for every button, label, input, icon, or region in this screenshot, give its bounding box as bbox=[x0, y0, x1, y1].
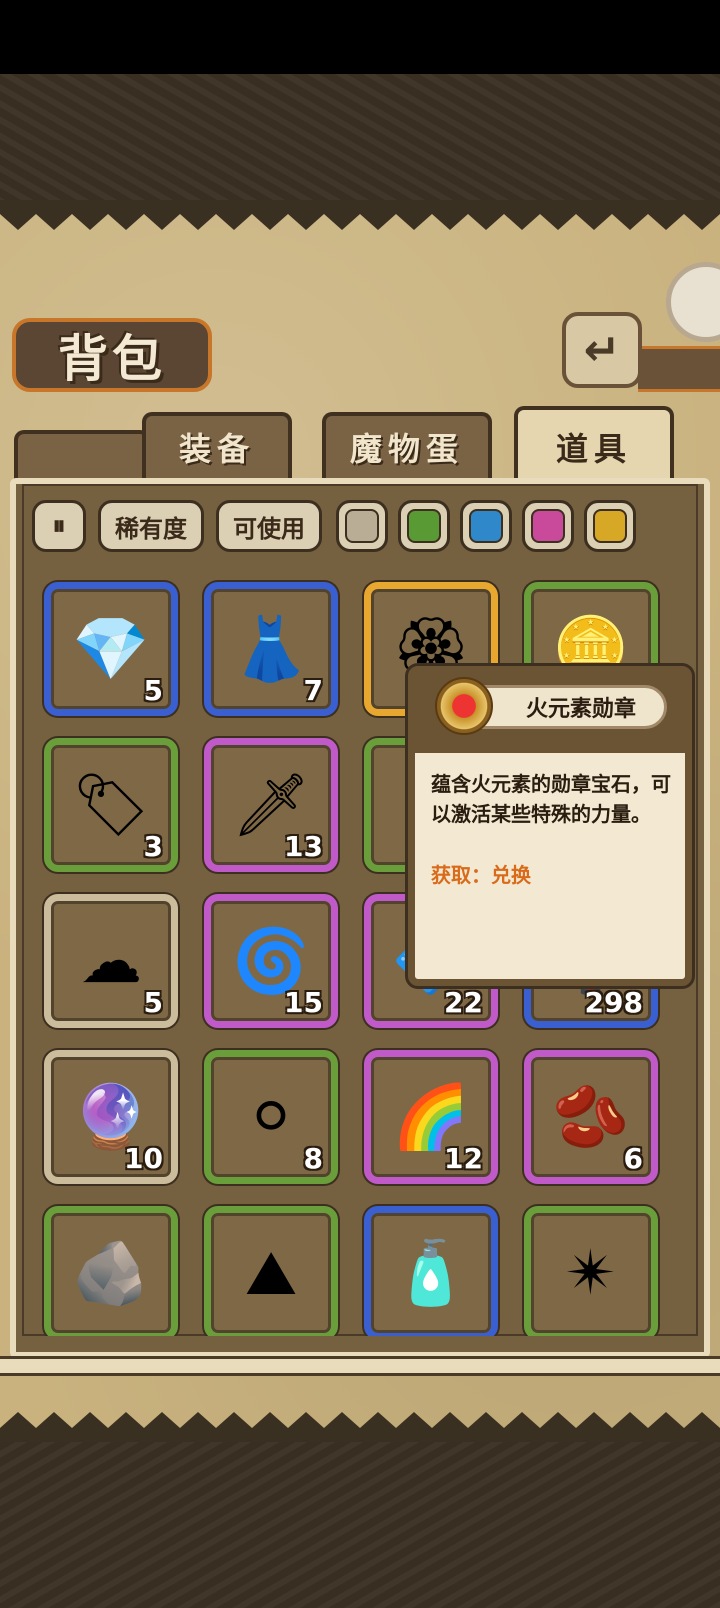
usable-filter-label: 可使用 bbox=[233, 514, 305, 543]
tooltip-source: 获取：兑换 bbox=[431, 863, 531, 887]
back-button[interactable]: ↵ bbox=[562, 312, 642, 388]
tab-equipment[interactable]: 装备 bbox=[142, 412, 292, 478]
status-bar bbox=[0, 0, 720, 74]
item-count: 7 bbox=[303, 674, 323, 707]
gray-swatch-icon bbox=[345, 509, 379, 543]
panel-bottom-rail bbox=[0, 1356, 720, 1376]
filter-blue-rarity[interactable] bbox=[460, 500, 512, 552]
inventory-item-charm-tag[interactable]: 🏷 3 bbox=[44, 738, 178, 872]
sort-toggle-icon: ⏸ bbox=[52, 510, 66, 541]
filter-gold-rarity[interactable] bbox=[584, 500, 636, 552]
tab-items[interactable]: 道具 bbox=[514, 406, 674, 484]
inventory-item-sand-pile[interactable]: ⛰ bbox=[204, 1206, 338, 1336]
sort-toggle-button[interactable]: ⏸ bbox=[32, 500, 86, 552]
tab-placeholder bbox=[14, 430, 150, 480]
item-count: 8 bbox=[303, 1142, 323, 1175]
tab-monster-eggs[interactable]: 魔物蛋 bbox=[322, 412, 492, 478]
inventory-item-star-flower[interactable]: ✴ bbox=[524, 1206, 658, 1336]
zigzag-edge-bottom bbox=[0, 1412, 720, 1442]
rarity-sort-label: 稀有度 bbox=[115, 514, 187, 543]
potion-jar-icon: 🧴 bbox=[392, 1236, 470, 1309]
blue-swatch-icon bbox=[469, 509, 503, 543]
item-count: 5 bbox=[143, 986, 163, 1019]
page-title: 背包 bbox=[58, 329, 166, 388]
inventory-item-rainbow-orb[interactable]: 🔮 10 bbox=[44, 1050, 178, 1184]
map-background-top bbox=[0, 74, 720, 204]
inventory-item-dark-sword[interactable]: 🗡 13 bbox=[204, 738, 338, 872]
inventory-item-fur-ball[interactable]: ⚪ 8 bbox=[204, 1050, 338, 1184]
zigzag-edge-top bbox=[0, 200, 720, 230]
back-button-rail bbox=[638, 346, 720, 392]
gold-swatch-icon bbox=[593, 509, 627, 543]
tab-label: 道具 bbox=[555, 430, 632, 468]
item-count: 13 bbox=[284, 830, 323, 863]
back-arrow-icon: ↵ bbox=[583, 324, 621, 376]
inventory-item-cloud[interactable]: ☁ 5 bbox=[44, 894, 178, 1028]
item-count: 22 bbox=[444, 986, 483, 1019]
page-title-plate: 背包 bbox=[12, 318, 212, 392]
item-count: 6 bbox=[623, 1142, 643, 1175]
filter-purple-rarity[interactable] bbox=[522, 500, 574, 552]
inventory-item-crystal[interactable]: 💎 5 bbox=[44, 582, 178, 716]
inventory-item-vortex[interactable]: 🌀 15 bbox=[204, 894, 338, 1028]
star-flower-icon: ✴ bbox=[565, 1236, 617, 1309]
item-count: 10 bbox=[124, 1142, 163, 1175]
map-background-bottom bbox=[0, 1440, 720, 1608]
inventory-item-rainbow-fluff[interactable]: 🌈 12 bbox=[364, 1050, 498, 1184]
tab-label: 魔物蛋 bbox=[349, 430, 464, 468]
inventory-item-ore-pile[interactable]: 🪨 bbox=[44, 1206, 178, 1336]
filter-gray-rarity[interactable] bbox=[336, 500, 388, 552]
ore-pile-icon: 🪨 bbox=[72, 1236, 150, 1309]
item-count: 5 bbox=[143, 674, 163, 707]
inventory-item-rainbow-dress[interactable]: 👗 7 bbox=[204, 582, 338, 716]
tab-label: 装备 bbox=[178, 430, 255, 468]
inventory-item-potion-jar[interactable]: 🧴 bbox=[364, 1206, 498, 1336]
purple-swatch-icon bbox=[531, 509, 565, 543]
item-count: 15 bbox=[284, 986, 323, 1019]
item-tooltip: 火元素勋章 蕴含火元素的勋章宝石，可以激活某些特殊的力量。 获取：兑换 bbox=[408, 666, 692, 986]
inventory-item-cocoa-pod[interactable]: 🫘 6 bbox=[524, 1050, 658, 1184]
item-count: 3 bbox=[143, 830, 163, 863]
fire-medal-icon bbox=[435, 677, 493, 735]
item-count: 12 bbox=[444, 1142, 483, 1175]
sand-pile-icon: ⛰ bbox=[244, 1236, 298, 1309]
green-swatch-icon bbox=[407, 509, 441, 543]
usable-filter-button[interactable]: 可使用 bbox=[216, 500, 322, 552]
filter-green-rarity[interactable] bbox=[398, 500, 450, 552]
rarity-sort-button[interactable]: 稀有度 bbox=[98, 500, 204, 552]
tooltip-description: 蕴含火元素的勋章宝石，可以激活某些特殊的力量。 bbox=[431, 772, 671, 826]
item-count: 298 bbox=[584, 986, 643, 1019]
